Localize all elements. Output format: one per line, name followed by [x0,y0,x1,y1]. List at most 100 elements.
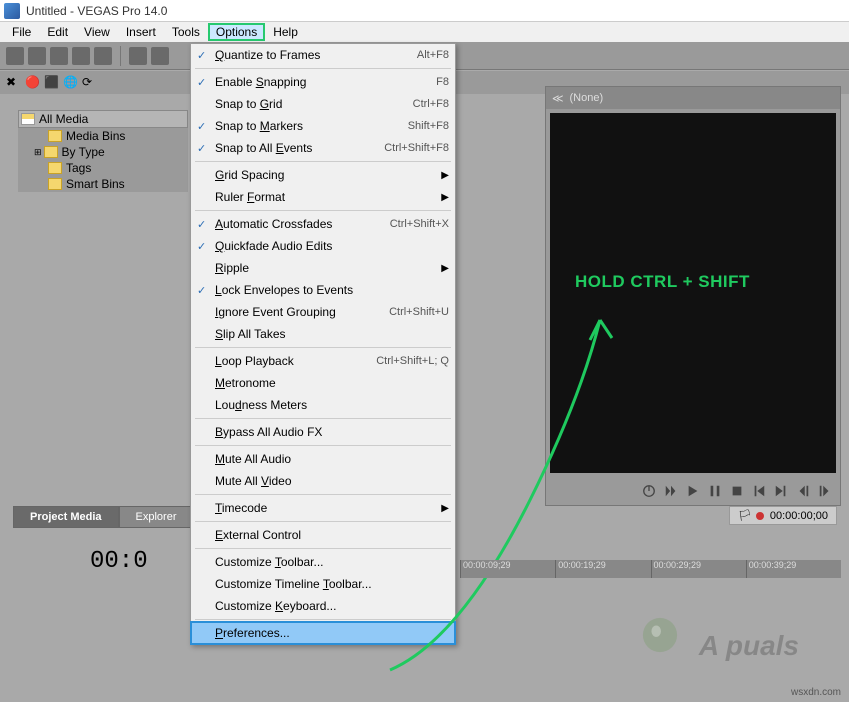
options-dropdown: ✓Quantize to FramesAlt+F8 ✓Enable Snappin… [190,43,456,645]
menu-item-customize-timeline-toolbar[interactable]: Customize Timeline Toolbar... [191,573,455,595]
menu-item-customize-toolbar[interactable]: Customize Toolbar... [191,551,455,573]
ruler-tick: 00:00:39;29 [746,560,841,578]
dropdown-separator [195,347,451,348]
menu-help[interactable]: Help [265,23,306,41]
dropdown-separator [195,521,451,522]
go-to-start-icon[interactable] [752,484,766,498]
shortcut-label: Ctrl+F8 [413,98,449,110]
folder-icon [48,162,62,174]
menu-item-bypass-all-audio-fx[interactable]: Bypass All Audio FX [191,421,455,443]
preview-canvas[interactable] [550,113,836,473]
checkmark-icon: ✓ [197,76,209,88]
new-button[interactable] [6,47,24,65]
menu-item-lock-envelopes-to-events[interactable]: ✓Lock Envelopes to Events [191,279,455,301]
menu-item-quantize-to-frames[interactable]: ✓Quantize to FramesAlt+F8 [191,44,455,66]
shortcut-label: Ctrl+Shift+X [390,218,449,230]
menu-item-loop-playback[interactable]: Loop PlaybackCtrl+Shift+L; Q [191,350,455,372]
properties-button[interactable] [129,47,147,65]
timeline-ruler[interactable]: 00:00:09;2900:00:19;2900:00:29;2900:00:3… [460,560,841,578]
watermark-icon [641,616,679,654]
menu-view[interactable]: View [76,23,118,41]
window-title: Untitled - VEGAS Pro 14.0 [26,4,167,18]
menu-item-loudness-meters[interactable]: Loudness Meters [191,394,455,416]
record-indicator-icon [756,512,764,520]
shortcut-label: Ctrl+Shift+U [389,306,449,318]
title-bar: Untitled - VEGAS Pro 14.0 [0,0,849,22]
tab-project-media[interactable]: Project Media [13,506,119,528]
tree-item-by-type[interactable]: ⊞By Type [18,144,188,160]
save-button[interactable] [50,47,68,65]
menu-item-customize-keyboard[interactable]: Customize Keyboard... [191,595,455,617]
menu-insert[interactable]: Insert [118,23,164,41]
menu-item-enable-snapping[interactable]: ✓Enable SnappingF8 [191,71,455,93]
tree-root-label: All Media [39,112,88,126]
pause-icon[interactable] [708,484,722,498]
tree-item-media-bins[interactable]: Media Bins [18,128,188,144]
menu-item-snap-to-all-events[interactable]: ✓Snap to All EventsCtrl+Shift+F8 [191,137,455,159]
play-from-start-icon[interactable] [664,484,678,498]
tool-btn-3[interactable]: ⬛ [44,75,60,91]
tool-btn-2[interactable]: 🔴 [25,75,41,91]
menu-item-snap-to-markers[interactable]: ✓Snap to MarkersShift+F8 [191,115,455,137]
dropdown-separator [195,68,451,69]
submenu-arrow-icon: ▶ [441,503,449,514]
dropdown-separator [195,494,451,495]
tool-btn-1[interactable]: ✖ [6,75,22,91]
tool-btn-5[interactable]: ⟳ [82,75,98,91]
dropdown-separator [195,210,451,211]
render-button[interactable] [94,47,112,65]
timecode-display: 🏳 00:00:00;00 [729,506,837,525]
menu-item-metronome[interactable]: Metronome [191,372,455,394]
menu-item-ripple[interactable]: Ripple▶ [191,257,455,279]
checkmark-icon: ✓ [197,120,209,132]
dropdown-separator [195,418,451,419]
submenu-arrow-icon: ▶ [441,170,449,181]
power-icon[interactable] [642,484,656,498]
menu-item-preferences[interactable]: Preferences... [190,621,456,645]
tree-item-smart-bins[interactable]: Smart Bins [18,176,188,192]
checkmark-icon: ✓ [197,284,209,296]
menu-item-slip-all-takes[interactable]: Slip All Takes [191,323,455,345]
menu-item-snap-to-grid[interactable]: Snap to GridCtrl+F8 [191,93,455,115]
menu-item-mute-all-video[interactable]: Mute All Video [191,470,455,492]
cut-button[interactable] [151,47,169,65]
panel-tabs: Project MediaExplorer [13,506,194,528]
prev-frame-icon[interactable] [796,484,810,498]
play-icon[interactable] [686,484,700,498]
stop-icon[interactable] [730,484,744,498]
menu-item-automatic-crossfades[interactable]: ✓Automatic CrossfadesCtrl+Shift+X [191,213,455,235]
menu-item-ruler-format[interactable]: Ruler Format▶ [191,186,455,208]
checkmark-icon: ✓ [197,218,209,230]
tool-btn-4[interactable]: 🌐 [63,75,79,91]
menu-options[interactable]: Options [208,23,265,41]
menu-edit[interactable]: Edit [39,23,76,41]
folder-icon [48,178,62,190]
ruler-tick: 00:00:29;29 [651,560,746,578]
timeline-time-display: 00:0 [90,548,148,575]
tree-item-tags[interactable]: Tags [18,160,188,176]
menu-item-quickfade-audio-edits[interactable]: ✓Quickfade Audio Edits [191,235,455,257]
submenu-arrow-icon: ▶ [441,192,449,203]
checkmark-icon: ✓ [197,49,209,61]
menu-tools[interactable]: Tools [164,23,208,41]
watermark-url: wsxdn.com [791,687,841,698]
menu-item-ignore-event-grouping[interactable]: Ignore Event GroupingCtrl+Shift+U [191,301,455,323]
checkmark-icon: ✓ [197,240,209,252]
submenu-arrow-icon: ▶ [441,263,449,274]
go-to-end-icon[interactable] [774,484,788,498]
next-frame-icon[interactable] [818,484,832,498]
saveas-button[interactable] [72,47,90,65]
menu-item-external-control[interactable]: External Control [191,524,455,546]
folder-stack-icon [21,113,35,125]
tab-explorer[interactable]: Explorer [119,506,194,528]
checkmark-icon: ✓ [197,142,209,154]
shortcut-label: Ctrl+Shift+L; Q [376,355,449,367]
menu-file[interactable]: File [4,23,39,41]
open-button[interactable] [28,47,46,65]
menu-item-grid-spacing[interactable]: Grid Spacing▶ [191,164,455,186]
dropdown-separator [195,161,451,162]
menu-item-mute-all-audio[interactable]: Mute All Audio [191,448,455,470]
menu-item-timecode[interactable]: Timecode▶ [191,497,455,519]
media-tree: All Media Media Bins⊞By TypeTagsSmart Bi… [18,110,188,192]
tree-root[interactable]: All Media [18,110,188,128]
